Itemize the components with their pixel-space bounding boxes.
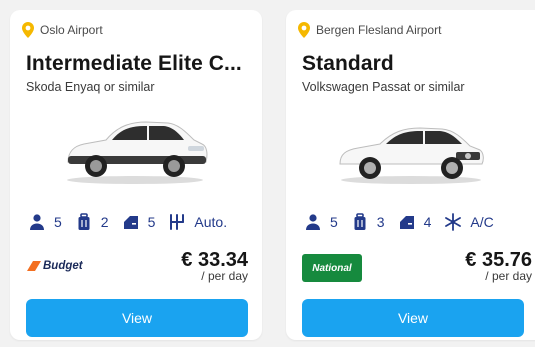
car-image [339,127,484,184]
seats-spec: 5 [304,213,338,231]
price-value: € 33.34 [181,249,248,271]
specs-row: 5 2 5 Auto. [28,213,240,231]
seats-count: 5 [54,214,62,230]
location-label: Bergen Flesland Airport [316,23,442,37]
person-icon [30,214,44,230]
luggage-icon [354,213,366,230]
bags-spec: 2 [75,213,109,231]
bags-count: 2 [100,214,109,230]
price-block: € 33.34 / per day [181,250,248,282]
specs-row: 5 3 4 A/C [304,213,507,231]
car-model-subtitle: Volkswagen Passat or similar [302,80,465,94]
supplier-logo-national: National [302,254,362,282]
budget-logo-mark [27,261,41,271]
view-button[interactable]: View [26,299,248,337]
location-pin-icon [298,22,310,38]
gearbox-icon [170,214,185,230]
price-period: / per day [201,269,248,283]
luggage-icon [78,213,90,230]
location-label: Oslo Airport [40,23,103,37]
doors-count: 5 [147,214,156,230]
snowflake-icon [445,213,462,231]
ac-spec: A/C [444,213,494,231]
bags-spec: 3 [351,213,385,231]
location-pin-icon [22,22,34,38]
car-image [67,121,208,184]
location-row: Bergen Flesland Airport [298,22,441,38]
price-value: € 35.76 [465,249,532,271]
car-category-title: Intermediate Elite C... [26,52,242,75]
car-model-subtitle: Skoda Enyaq or similar [26,80,155,94]
price-period: / per day [485,269,532,283]
car-card-2: Bergen Flesland Airport Standard Volkswa… [286,10,535,340]
car-card-1: Oslo Airport Intermediate Elite C... Sko… [10,10,262,340]
car-category-title: Standard [302,52,394,75]
bags-count: 3 [376,214,385,230]
car-door-icon [123,216,138,229]
seats-spec: 5 [28,213,62,231]
transmission-spec: Auto. [168,213,227,231]
transmission-label: Auto. [194,214,228,230]
doors-spec: 5 [122,213,156,231]
car-door-icon [399,216,414,229]
supplier-logo-budget: Budget [27,260,83,272]
view-button[interactable]: View [302,299,524,337]
supplier-name: National [312,262,352,274]
person-icon [306,214,320,230]
doors-count: 4 [423,214,432,230]
supplier-name: Budget [43,260,83,272]
price-block: € 35.76 / per day [465,250,532,282]
seats-count: 5 [330,214,338,230]
ac-label: A/C [470,214,494,230]
location-row: Oslo Airport [22,22,103,38]
doors-spec: 4 [398,213,432,231]
